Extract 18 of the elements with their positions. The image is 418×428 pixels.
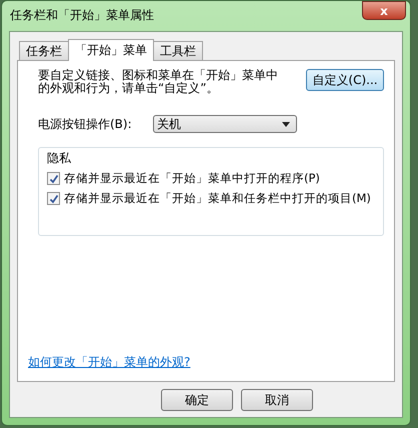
checkbox[interactable]: [47, 192, 60, 205]
dropdown-arrow-icon: [282, 122, 290, 126]
instruction-text: 要自定义链接、图标和菜单在「开始」菜单中的外观和行为，请单击“自定义”。: [38, 69, 279, 95]
tab[interactable]: 任务栏: [19, 41, 69, 60]
checkbox[interactable]: [47, 172, 60, 185]
tab[interactable]: 工具栏: [153, 41, 203, 60]
checkbox-label: 存储并显示最近在「开始」菜单和任务栏中打开的项目(M): [64, 191, 371, 206]
window-title: 任务栏和「开始」菜单属性: [10, 7, 154, 24]
tab[interactable]: 「开始」菜单: [68, 39, 154, 61]
power-button-label: 电源按钮操作(B):: [38, 116, 133, 132]
group-title: 隐私: [47, 150, 71, 167]
customize-button[interactable]: 自定义(C)...: [306, 69, 384, 91]
dialog-button[interactable]: 确定: [161, 389, 233, 411]
help-link[interactable]: 如何更改「开始」菜单的外观?: [28, 354, 190, 371]
power-action-dropdown[interactable]: 关机: [153, 115, 297, 133]
close-button[interactable]: x: [362, 1, 406, 20]
checkbox-label: 存储并显示最近在「开始」菜单中打开的程序(P): [64, 171, 320, 186]
dialog-button[interactable]: 取消: [241, 389, 313, 411]
